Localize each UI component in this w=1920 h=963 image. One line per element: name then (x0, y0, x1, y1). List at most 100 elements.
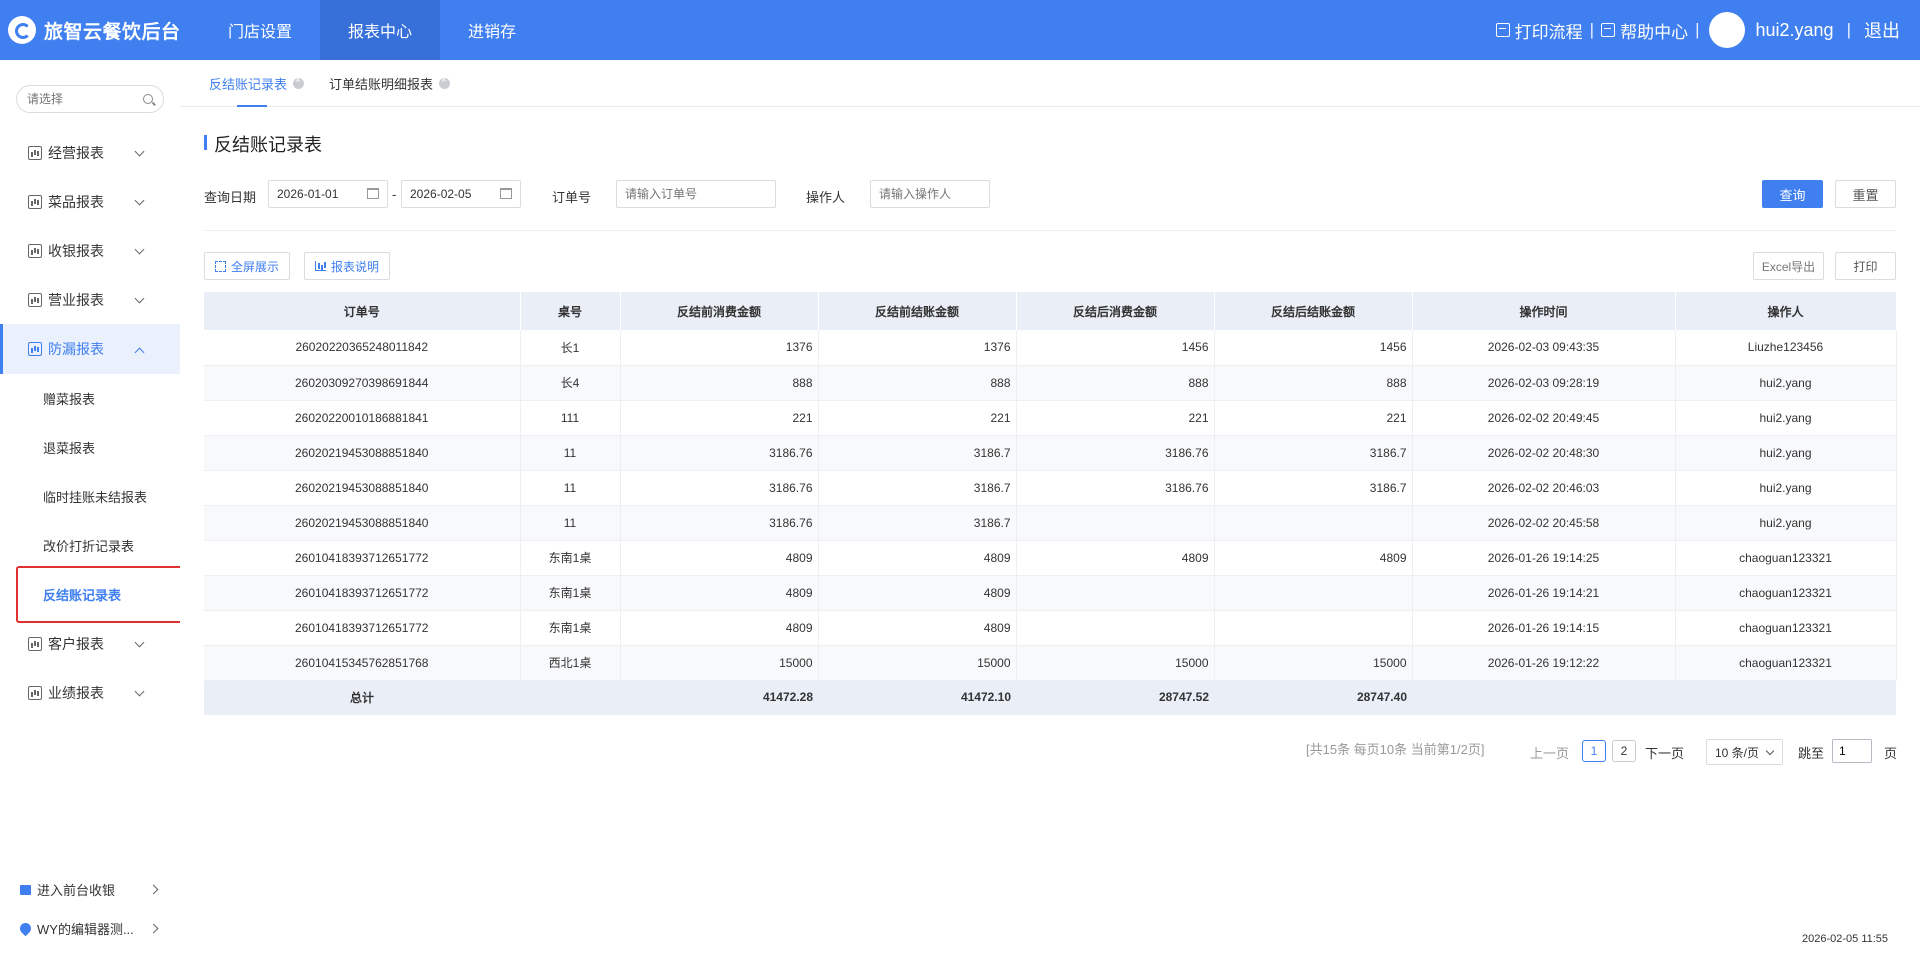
report-desc-button[interactable]: 报表说明 (304, 252, 391, 280)
table-cell: 3186.76 (620, 505, 819, 541)
table-cell (1016, 575, 1215, 611)
print-flow-label: 打印流程 (1514, 22, 1583, 42)
col-header-operator: 操作人 (1675, 292, 1897, 330)
date-start-value: 2026-01-01 (277, 187, 339, 201)
col-header-operation-time: 操作时间 (1412, 292, 1676, 330)
table-cell: 221 (818, 400, 1017, 436)
jump-page-input[interactable] (1832, 739, 1872, 763)
print-icon (1495, 23, 1510, 37)
table-cell: 4809 (818, 540, 1017, 576)
order-number-input[interactable] (616, 180, 776, 208)
table-cell: 888 (1016, 365, 1215, 401)
table-cell: 3186.7 (818, 505, 1017, 541)
total-cell: 41472.28 (620, 680, 818, 715)
search-icon (143, 94, 153, 104)
pagination-summary: [共15条 每页10条 当前第1/2页] (1306, 742, 1485, 757)
sidebar-item-business-report[interactable]: 营业报表 (0, 275, 180, 324)
table-cell: 888 (1214, 365, 1413, 401)
sidebar-subitem-price-change[interactable]: 改价打折记录表 (0, 521, 180, 570)
logo: 旅智云餐饮后台 (0, 0, 200, 60)
reset-button[interactable]: 重置 (1835, 180, 1896, 208)
close-icon[interactable] (293, 75, 305, 89)
date-start-input[interactable]: 2026-01-01 (268, 180, 388, 208)
table-cell: Liuzhe123456 (1675, 330, 1897, 366)
sidebar-subitem-temp-credit[interactable]: 临时挂账未结报表 (0, 472, 180, 521)
print-button[interactable]: 打印 (1835, 252, 1896, 280)
table-cell: 11 (520, 505, 621, 541)
chart-icon (28, 145, 42, 160)
operator-input[interactable] (870, 180, 990, 208)
next-page-button[interactable]: 下一页 (1645, 743, 1684, 762)
fullscreen-button[interactable]: 全屏展示 (204, 252, 291, 280)
table-cell: 15000 (620, 645, 819, 681)
separator: | (1695, 20, 1700, 39)
page-2-button[interactable]: 2 (1612, 740, 1636, 762)
chevron-down-icon (134, 293, 145, 304)
date-end-value: 2026-02-05 (410, 187, 472, 201)
tab-reverse-settlement[interactable]: 反结账记录表 (209, 60, 305, 107)
sidebar-item-leak-prevention-report[interactable]: 防漏报表 (0, 324, 180, 374)
operator-label: 操作人 (806, 190, 846, 205)
nav-store-settings[interactable]: 门店设置 (200, 0, 320, 60)
table-row: 26020220365248011842 长1 1376 1376 1456 1456 20… (204, 330, 1897, 366)
business-icon (28, 292, 42, 307)
excel-export-button[interactable]: Excel导出 (1753, 252, 1824, 280)
app-title: 旅智云餐饮后台 (44, 21, 181, 43)
sidebar-subitem-reverse-settlement[interactable]: 反结账记录表 (0, 570, 180, 619)
table-cell: 888 (818, 365, 1017, 401)
table-cell: 26010415345762851768 (204, 645, 521, 681)
sidebar-item-dish-report[interactable]: 菜品报表 (0, 177, 180, 226)
page-size-select[interactable]: 10 条/页 (1706, 739, 1783, 765)
print-flow-link[interactable]: 打印流程 (1495, 18, 1583, 43)
table-cell: 东南1桌 (520, 610, 621, 646)
table-cell: 1376 (620, 330, 819, 366)
sidebar-search[interactable] (16, 85, 164, 113)
table-cell: chaoguan123321 (1675, 645, 1897, 681)
sidebar-item-operating-report[interactable]: 经营报表 (0, 128, 180, 177)
table-cell: 3186.7 (818, 435, 1017, 471)
logout-link[interactable]: 退出 (1864, 17, 1900, 43)
sidebar-subitem-gift-dish[interactable]: 赠菜报表 (0, 374, 180, 423)
table-cell: 1376 (818, 330, 1017, 366)
table-cell: 26020220365248011842 (204, 330, 521, 366)
help-center-link[interactable]: 帮助中心 (1601, 18, 1688, 43)
prev-page-button[interactable]: 上一页 (1530, 743, 1569, 762)
total-cell (1675, 680, 1896, 715)
nav-report-center[interactable]: 报表中心 (320, 0, 441, 60)
page-1-button[interactable]: 1 (1582, 740, 1606, 762)
total-cell (1412, 680, 1675, 715)
sidebar-subitem-return-dish[interactable]: 退菜报表 (0, 423, 180, 472)
sidebar-item-performance-report[interactable]: 业绩报表 (0, 668, 180, 717)
chevron-down-icon (134, 686, 145, 697)
sidebar-item-label: 业绩报表 (48, 684, 104, 701)
table-cell: 11 (520, 470, 621, 506)
sidebar-item-customer-report[interactable]: 客户报表 (0, 619, 180, 668)
sidebar-item-cashier-report[interactable]: 收银报表 (0, 226, 180, 275)
tab-order-settlement-detail[interactable]: 订单结账明细报表 (329, 60, 451, 107)
username[interactable]: hui2.yang (1756, 20, 1834, 41)
table-cell: hui2.yang (1675, 365, 1897, 401)
table-cell: 3186.7 (818, 470, 1017, 506)
sidebar-bottom: 进入前台收银 WY的编辑器测... (0, 870, 180, 948)
close-icon[interactable] (439, 75, 451, 89)
table-cell: hui2.yang (1675, 435, 1897, 471)
sidebar-search-input[interactable] (27, 92, 127, 106)
table-cell: 4809 (620, 610, 819, 646)
table-cell: hui2.yang (1675, 505, 1897, 541)
table-cell: 221 (1016, 400, 1215, 436)
avatar[interactable] (1708, 12, 1745, 48)
chevron-up-icon (134, 347, 145, 358)
total-cell: 28747.52 (1016, 680, 1214, 715)
store-selector[interactable]: WY的编辑器测... (0, 909, 180, 948)
page-size-value: 10 条/页 (1715, 745, 1760, 760)
performance-icon (28, 685, 42, 700)
table-cell: 1456 (1214, 330, 1413, 366)
nav-inventory[interactable]: 进销存 (440, 0, 544, 60)
date-end-input[interactable]: 2026-02-05 (401, 180, 521, 208)
table-cell: 2026-01-26 19:14:25 (1412, 540, 1676, 576)
front-cashier-link[interactable]: 进入前台收银 (0, 870, 180, 909)
col-header-before-consume: 反结前消费金额 (620, 292, 819, 330)
sidebar: 经营报表 菜品报表 收银报表 营业报表 防漏报表 赠菜报表 退菜报表 临时挂账未… (0, 60, 180, 963)
query-button[interactable]: 查询 (1762, 180, 1823, 208)
dish-icon (28, 194, 42, 209)
